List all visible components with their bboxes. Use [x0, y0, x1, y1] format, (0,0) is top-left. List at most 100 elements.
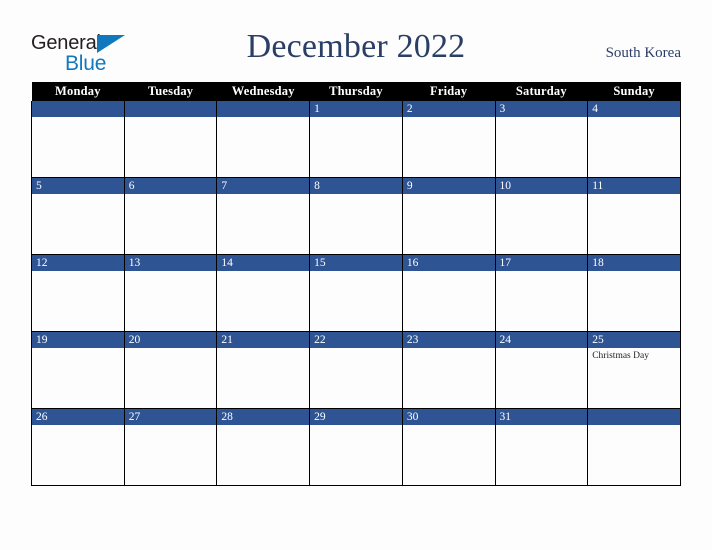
calendar-day-cell[interactable]: 4 [587, 101, 681, 178]
calendar-day-cell[interactable]: 19 [31, 331, 125, 409]
day-number [217, 101, 310, 117]
day-events [496, 117, 588, 119]
calendar-day-cell[interactable]: 15 [309, 254, 403, 332]
day-cell-inner: 17 [495, 255, 588, 331]
day-cell-inner: 6 [124, 178, 217, 254]
day-events [588, 117, 680, 119]
day-number: 29 [310, 409, 402, 425]
calendar-day-cell[interactable]: 21 [216, 331, 311, 409]
page-header: General Blue December 2022 South Korea [0, 0, 712, 82]
day-number: 28 [217, 409, 310, 425]
calendar-day-cell[interactable]: 5 [31, 177, 125, 255]
calendar-day-cell[interactable]: 26 [31, 408, 125, 486]
day-events [496, 194, 588, 196]
calendar-day-cell[interactable]: 17 [494, 254, 589, 332]
weekday-header-wednesday: Wednesday [216, 82, 310, 101]
day-cell-inner: 1 [310, 101, 402, 177]
day-cell-inner: 16 [402, 255, 495, 331]
calendar-day-cell[interactable]: 18 [587, 254, 681, 332]
calendar-day-cell[interactable]: 28 [216, 408, 311, 486]
day-cell-inner: 29 [310, 409, 402, 485]
day-events [217, 348, 309, 350]
calendar-page: General Blue December 2022 South Korea M… [0, 0, 712, 550]
day-cell-inner [588, 409, 680, 485]
weekday-header-saturday: Saturday [495, 82, 588, 101]
calendar-day-cell[interactable]: 2 [401, 101, 496, 178]
calendar-day-cell[interactable]: 7 [216, 177, 311, 255]
calendar-day-cell[interactable] [216, 101, 311, 178]
calendar-day-cell[interactable] [31, 101, 125, 178]
day-events [125, 271, 217, 273]
calendar-day-cell[interactable]: 20 [123, 331, 218, 409]
day-number: 20 [124, 332, 217, 348]
calendar-day-cell[interactable]: 12 [31, 254, 125, 332]
calendar-day-cell[interactable]: 24 [494, 331, 589, 409]
day-events [125, 194, 217, 196]
day-cell-inner [124, 101, 217, 177]
calendar-week-row: 26 27 28 29 30 31 [31, 408, 681, 486]
calendar-day-cell[interactable] [587, 408, 681, 486]
day-number: 21 [217, 332, 310, 348]
calendar-day-cell[interactable]: 23 [401, 331, 496, 409]
day-cell-inner: 24 [495, 332, 588, 408]
day-cell-inner: 23 [402, 332, 495, 408]
day-cell-inner: 5 [32, 178, 124, 254]
day-events [310, 425, 402, 427]
day-number: 19 [32, 332, 124, 348]
day-cell-inner: 28 [217, 409, 310, 485]
calendar-day-cell[interactable]: 6 [123, 177, 218, 255]
day-cell-inner: 7 [217, 178, 310, 254]
day-number [124, 101, 217, 117]
calendar-day-cell[interactable] [123, 101, 218, 178]
calendar-day-cell[interactable]: 25 Christmas Day [587, 331, 681, 409]
day-cell-inner: 13 [124, 255, 217, 331]
calendar-day-cell[interactable]: 3 [494, 101, 589, 178]
day-events [32, 348, 124, 350]
day-cell-inner: 14 [217, 255, 310, 331]
calendar-day-cell[interactable]: 31 [494, 408, 589, 486]
day-events [32, 194, 124, 196]
day-number: 1 [310, 101, 402, 117]
day-number [588, 409, 680, 425]
day-events [403, 271, 495, 273]
calendar-day-cell[interactable]: 1 [309, 101, 403, 178]
day-number: 16 [402, 255, 495, 271]
calendar-day-cell[interactable]: 30 [401, 408, 496, 486]
day-events [403, 194, 495, 196]
day-events [32, 425, 124, 427]
weekday-header-tuesday: Tuesday [124, 82, 217, 101]
day-events [125, 348, 217, 350]
calendar-day-cell[interactable]: 13 [123, 254, 218, 332]
calendar-day-cell[interactable]: 14 [216, 254, 311, 332]
day-events [217, 117, 309, 119]
day-number: 7 [217, 178, 310, 194]
country-label: South Korea [605, 45, 681, 61]
day-events [496, 425, 588, 427]
day-cell-inner: 26 [32, 409, 124, 485]
day-events [588, 194, 680, 196]
day-number: 15 [310, 255, 402, 271]
weekday-header-row: Monday Tuesday Wednesday Thursday Friday… [31, 82, 681, 101]
calendar-week-row: 1234 [31, 101, 681, 178]
day-number: 24 [495, 332, 588, 348]
calendar-day-cell[interactable]: 9 [401, 177, 496, 255]
day-events [217, 194, 309, 196]
day-number: 25 [588, 332, 680, 348]
month-calendar-grid: Monday Tuesday Wednesday Thursday Friday… [31, 82, 681, 486]
weekday-header-friday: Friday [402, 82, 496, 101]
day-number: 30 [402, 409, 495, 425]
calendar-day-cell[interactable]: 10 [494, 177, 589, 255]
calendar-day-cell[interactable]: 27 [123, 408, 218, 486]
day-number: 27 [124, 409, 217, 425]
calendar-day-cell[interactable]: 22 [309, 331, 403, 409]
day-cell-inner: 30 [402, 409, 495, 485]
day-number: 4 [588, 101, 680, 117]
day-number: 23 [402, 332, 495, 348]
calendar-day-cell[interactable]: 16 [401, 254, 496, 332]
day-cell-inner: 20 [124, 332, 217, 408]
calendar-day-cell[interactable]: 11 [587, 177, 681, 255]
weekday-header-sunday: Sunday [587, 82, 681, 101]
day-cell-inner: 9 [402, 178, 495, 254]
calendar-day-cell[interactable]: 29 [309, 408, 403, 486]
calendar-day-cell[interactable]: 8 [309, 177, 403, 255]
